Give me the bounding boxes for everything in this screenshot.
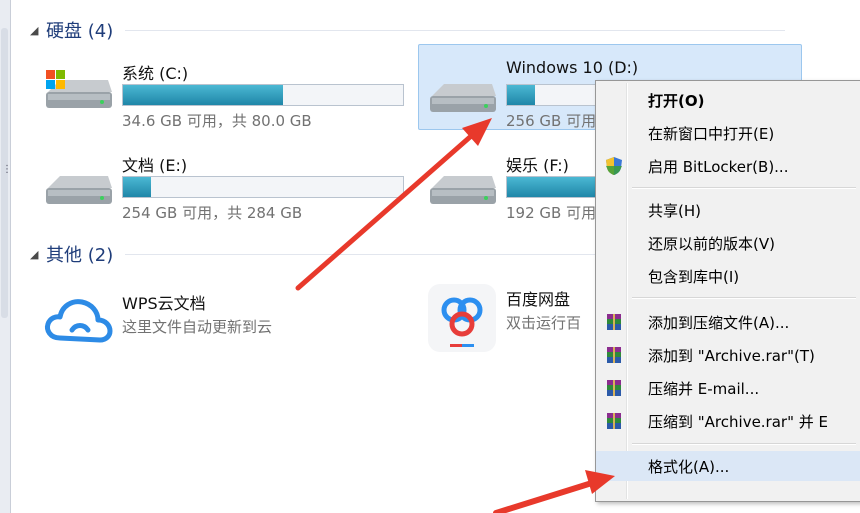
winrar-icon — [607, 380, 621, 396]
menu-item-compress-rar-email[interactable]: 压缩到 "Archive.rar" 并 E — [596, 406, 860, 436]
section-divider — [125, 29, 786, 31]
menu-item-add-archive[interactable]: 添加到压缩文件(A)... — [596, 307, 860, 337]
drive-name: 系统 (C:) — [122, 64, 189, 83]
menu-item-compress-email[interactable]: 压缩并 E-mail... — [596, 373, 860, 403]
shield-icon — [606, 157, 622, 175]
section-hard-disks[interactable]: ◢ 硬盘 (4) — [30, 16, 850, 44]
hard-drive-icon — [430, 176, 496, 204]
free-space-text: 192 GB 可用 — [506, 204, 597, 222]
menu-item-include-library[interactable]: 包含到库中(I) — [596, 261, 860, 291]
free-space-text: 256 GB 可用 — [506, 112, 597, 130]
context-menu: 打开(O) 在新窗口中打开(E) 启用 BitLocker(B)... 共享(H… — [595, 80, 860, 502]
baidu-netdisk-icon — [428, 284, 496, 352]
menu-label: 压缩并 E-mail... — [648, 379, 760, 398]
menu-item-open[interactable]: 打开(O) — [596, 85, 860, 115]
menu-label: 格式化(A)... — [648, 457, 730, 476]
navigation-pane-edge[interactable]: ⋮ — [0, 0, 12, 513]
menu-label: 压缩到 "Archive.rar" 并 E — [648, 412, 829, 431]
drive-name: 文档 (E:) — [122, 156, 188, 175]
item-description: 双击运行百 — [506, 314, 582, 332]
menu-item-restore-versions[interactable]: 还原以前的版本(V) — [596, 228, 860, 258]
usage-bar — [122, 84, 404, 106]
item-name: WPS云文档 — [122, 294, 206, 313]
menu-label: 还原以前的版本(V) — [648, 234, 775, 253]
menu-item-share[interactable]: 共享(H) — [596, 195, 860, 225]
winrar-icon — [607, 347, 621, 363]
winrar-icon — [607, 314, 621, 330]
menu-item-bitlocker[interactable]: 启用 BitLocker(B)... — [596, 151, 860, 181]
menu-label: 添加到压缩文件(A)... — [648, 313, 790, 332]
menu-separator — [632, 443, 856, 445]
free-space-text: 254 GB 可用，共 284 GB — [122, 204, 303, 222]
hard-drive-icon — [46, 176, 112, 204]
menu-label: 在新窗口中打开(E) — [648, 124, 775, 143]
menu-label: 包含到库中(I) — [648, 267, 740, 286]
menu-label: 添加到 "Archive.rar"(T) — [648, 346, 815, 365]
menu-separator — [632, 187, 856, 189]
menu-item-add-archive-rar[interactable]: 添加到 "Archive.rar"(T) — [596, 340, 860, 370]
menu-item-open-new-window[interactable]: 在新窗口中打开(E) — [596, 118, 860, 148]
usage-bar — [122, 176, 404, 198]
wps-cloud-icon — [45, 299, 113, 343]
splitter-grip-icon: ⋮ — [2, 164, 12, 175]
collapse-triangle-icon[interactable]: ◢ — [30, 24, 46, 37]
item-description: 这里文件自动更新到云 — [122, 318, 273, 336]
collapse-triangle-icon[interactable]: ◢ — [30, 248, 46, 261]
free-space-text: 34.6 GB 可用，共 80.0 GB — [122, 112, 312, 130]
item-name: 百度网盘 — [506, 290, 571, 309]
section-title: 硬盘 (4) — [46, 21, 114, 42]
system-drive-icon — [46, 70, 112, 108]
menu-separator — [632, 297, 856, 299]
drive-name: 娱乐 (F:) — [506, 156, 569, 175]
menu-label: 打开(O) — [648, 91, 705, 110]
hard-drive-icon — [430, 84, 496, 112]
menu-label: 启用 BitLocker(B)... — [648, 157, 789, 176]
drive-name: Windows 10 (D:) — [506, 58, 639, 77]
section-title: 其他 (2) — [46, 245, 114, 266]
menu-item-format[interactable]: 格式化(A)... — [596, 451, 860, 481]
winrar-icon — [607, 413, 621, 429]
menu-label: 共享(H) — [648, 201, 701, 220]
